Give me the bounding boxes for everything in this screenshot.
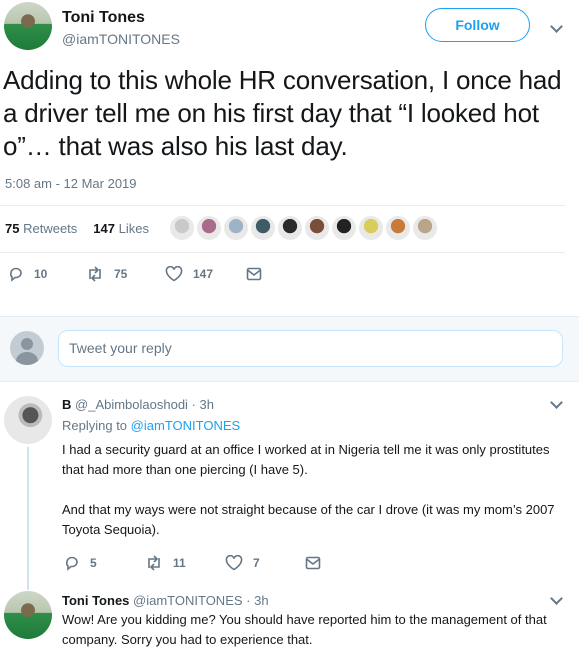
reply-body-1: Wow! Are you kidding me? You should have…	[62, 612, 547, 647]
author-handle[interactable]: @iamTONITONES	[62, 31, 180, 47]
liker-avatar[interactable]	[386, 216, 410, 240]
liker-avatar[interactable]	[278, 216, 302, 240]
reply-count: 5	[90, 556, 97, 570]
tweet-header: Toni Tones @iamTONITONES Follow	[0, 0, 579, 62]
chevron-down-icon[interactable]	[550, 20, 563, 33]
likes-label: Likes	[118, 221, 149, 236]
author-avatar[interactable]	[4, 2, 52, 50]
reply-avatar[interactable]	[4, 591, 52, 639]
like-action[interactable]: 147	[165, 266, 213, 282]
liker-avatar[interactable]	[305, 216, 329, 240]
reply-icon	[9, 267, 22, 282]
reply-author-name[interactable]: Toni Tones	[62, 593, 129, 608]
like-count: 147	[193, 267, 214, 281]
tweet-stats: 75 Retweets 147 Likes	[5, 221, 149, 236]
retweets-count: 75	[5, 221, 20, 236]
chevron-down-icon[interactable]	[550, 396, 563, 409]
reply-avatar[interactable]	[4, 396, 52, 444]
reply-author-name[interactable]: B	[62, 397, 71, 412]
reply-body-2: And that my ways were not straight becau…	[62, 502, 555, 537]
reply-action[interactable]: 5	[64, 555, 97, 571]
reply-action[interactable]: 10	[8, 266, 47, 282]
tweet-text: Adding to this whole HR conversation, I …	[3, 65, 562, 161]
retweet-icon	[89, 266, 101, 282]
liker-avatar[interactable]	[170, 216, 194, 240]
replying-to: Replying to @iamTONITONES	[62, 418, 240, 433]
reply-time[interactable]: · 3h	[192, 397, 214, 412]
divider	[0, 252, 565, 253]
tweet-actions: 10 75 147	[0, 262, 579, 292]
reply-meta: Toni Tones @iamTONITONES · 3h	[62, 593, 269, 608]
likes-count: 147	[93, 221, 115, 236]
retweet-count: 11	[173, 556, 186, 570]
reply-author-handle[interactable]: @_Abimbolaoshodi	[75, 397, 188, 412]
dm-action[interactable]	[246, 266, 262, 282]
retweets-label: Retweets	[23, 221, 78, 236]
reply-input[interactable]: Tweet your reply	[58, 330, 563, 367]
like-count: 7	[253, 556, 260, 570]
chevron-down-icon[interactable]	[550, 592, 563, 605]
retweet-count: 75	[114, 267, 128, 281]
follow-button[interactable]: Follow	[425, 8, 530, 42]
liker-avatar[interactable]	[332, 216, 356, 240]
retweets-stat[interactable]: 75 Retweets	[5, 221, 77, 236]
heart-icon	[165, 266, 183, 282]
retweet-action[interactable]: 11	[145, 555, 186, 571]
like-action[interactable]: 7	[225, 555, 260, 571]
heart-icon	[225, 555, 243, 571]
envelope-icon	[305, 556, 321, 570]
tweet-timestamp[interactable]: 5:08 am - 12 Mar 2019	[5, 176, 137, 191]
replying-to-handle[interactable]: @iamTONITONES	[131, 418, 241, 433]
current-user-avatar	[10, 331, 44, 365]
liker-avatar[interactable]	[224, 216, 248, 240]
replying-prefix: Replying to	[62, 418, 128, 433]
reply-body-1: I had a security guard at an office I wo…	[62, 442, 550, 477]
likers-avatars	[170, 216, 437, 240]
divider	[0, 205, 565, 206]
reply-meta: B @_Abimbolaoshodi · 3h	[62, 397, 214, 412]
envelope-icon	[246, 267, 262, 281]
retweet-action[interactable]: 75	[86, 266, 127, 282]
author-name[interactable]: Toni Tones	[62, 9, 145, 27]
reply-count: 10	[34, 267, 48, 281]
reply-icon	[65, 556, 78, 571]
likes-stat[interactable]: 147 Likes	[93, 221, 149, 236]
dm-action[interactable]	[305, 555, 321, 571]
reply-author-handle[interactable]: @iamTONITONES	[133, 593, 243, 608]
liker-avatar[interactable]	[359, 216, 383, 240]
reply-composer: Tweet your reply	[0, 316, 579, 382]
thread-line	[27, 447, 29, 590]
liker-avatar[interactable]	[251, 216, 275, 240]
liker-avatar[interactable]	[413, 216, 437, 240]
reply-time[interactable]: · 3h	[246, 593, 268, 608]
liker-avatar[interactable]	[197, 216, 221, 240]
retweet-icon	[148, 555, 160, 571]
